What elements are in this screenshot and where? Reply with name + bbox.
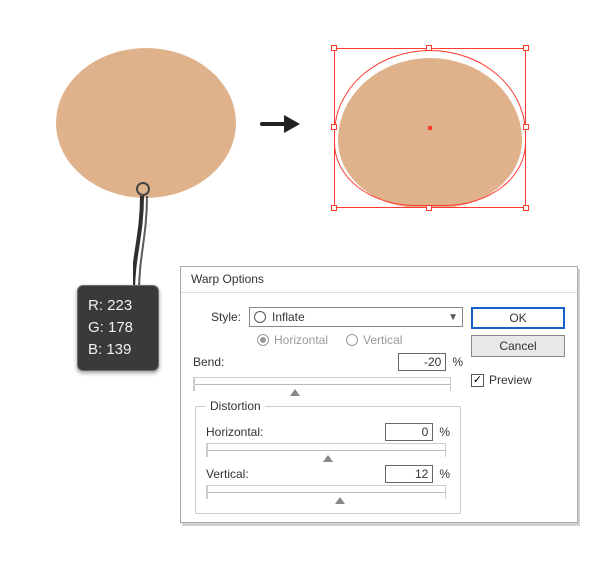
bbox-handle-br[interactable]: [523, 205, 529, 211]
slider-thumb[interactable]: [335, 497, 345, 504]
slider-thumb[interactable]: [323, 455, 333, 462]
bend-label: Bend:: [193, 355, 232, 369]
radio-dot-icon: [346, 334, 358, 346]
bbox-handle-mr[interactable]: [523, 124, 529, 130]
distortion-legend: Distortion: [206, 399, 265, 413]
original-ellipse: [56, 48, 236, 198]
bend-pct: %: [452, 355, 463, 369]
bend-slider[interactable]: [193, 377, 451, 391]
bbox-handle-tm[interactable]: [426, 45, 432, 51]
dist-horizontal-slider[interactable]: [206, 443, 446, 457]
bounding-box[interactable]: [334, 48, 526, 208]
bbox-handle-tr[interactable]: [523, 45, 529, 51]
dialog-title: Warp Options: [181, 267, 577, 293]
bbox-center-point[interactable]: [428, 126, 432, 130]
distortion-group: Distortion Horizontal: 0 %: [195, 399, 461, 514]
bbox-handle-bm[interactable]: [426, 205, 432, 211]
inflate-icon: [254, 311, 266, 323]
orientation-vertical-radio: Vertical: [346, 333, 402, 347]
color-b: B: 139: [88, 339, 148, 361]
bbox-handle-ml[interactable]: [331, 124, 337, 130]
chevron-down-icon: ▼: [448, 312, 458, 323]
dist-horizontal-input[interactable]: 0: [385, 423, 433, 441]
color-g: G: 178: [88, 317, 148, 339]
color-r: R: 223: [88, 295, 148, 317]
transform-preview: [320, 36, 539, 221]
color-tooltip: R: 223 G: 178 B: 139: [77, 285, 159, 371]
bbox-handle-bl[interactable]: [331, 205, 337, 211]
cancel-button[interactable]: Cancel: [471, 335, 565, 357]
eyedropper-sample-ring: [136, 182, 150, 196]
arrow-right-icon: [260, 112, 300, 136]
orientation-horizontal-radio: Horizontal: [257, 333, 328, 347]
style-value: Inflate: [272, 310, 305, 324]
warp-options-dialog: Warp Options Style: Inflate ▼ Horizontal: [180, 266, 578, 523]
style-label: Style:: [193, 310, 249, 324]
preview-label: Preview: [489, 373, 532, 387]
dist-vertical-slider[interactable]: [206, 485, 446, 499]
bend-input[interactable]: -20: [398, 353, 446, 371]
bbox-handle-tl[interactable]: [331, 45, 337, 51]
dist-horizontal-label: Horizontal:: [206, 425, 263, 439]
radio-dot-icon: [257, 334, 269, 346]
dist-vertical-input[interactable]: 12: [385, 465, 433, 483]
checkbox-icon: ✓: [471, 374, 484, 387]
preview-checkbox[interactable]: ✓ Preview: [471, 373, 565, 387]
eyedropper-connector: [133, 196, 151, 292]
dist-vertical-label: Vertical:: [206, 467, 249, 481]
style-select[interactable]: Inflate ▼: [249, 307, 463, 327]
slider-thumb[interactable]: [290, 389, 300, 396]
ok-button[interactable]: OK: [471, 307, 565, 329]
